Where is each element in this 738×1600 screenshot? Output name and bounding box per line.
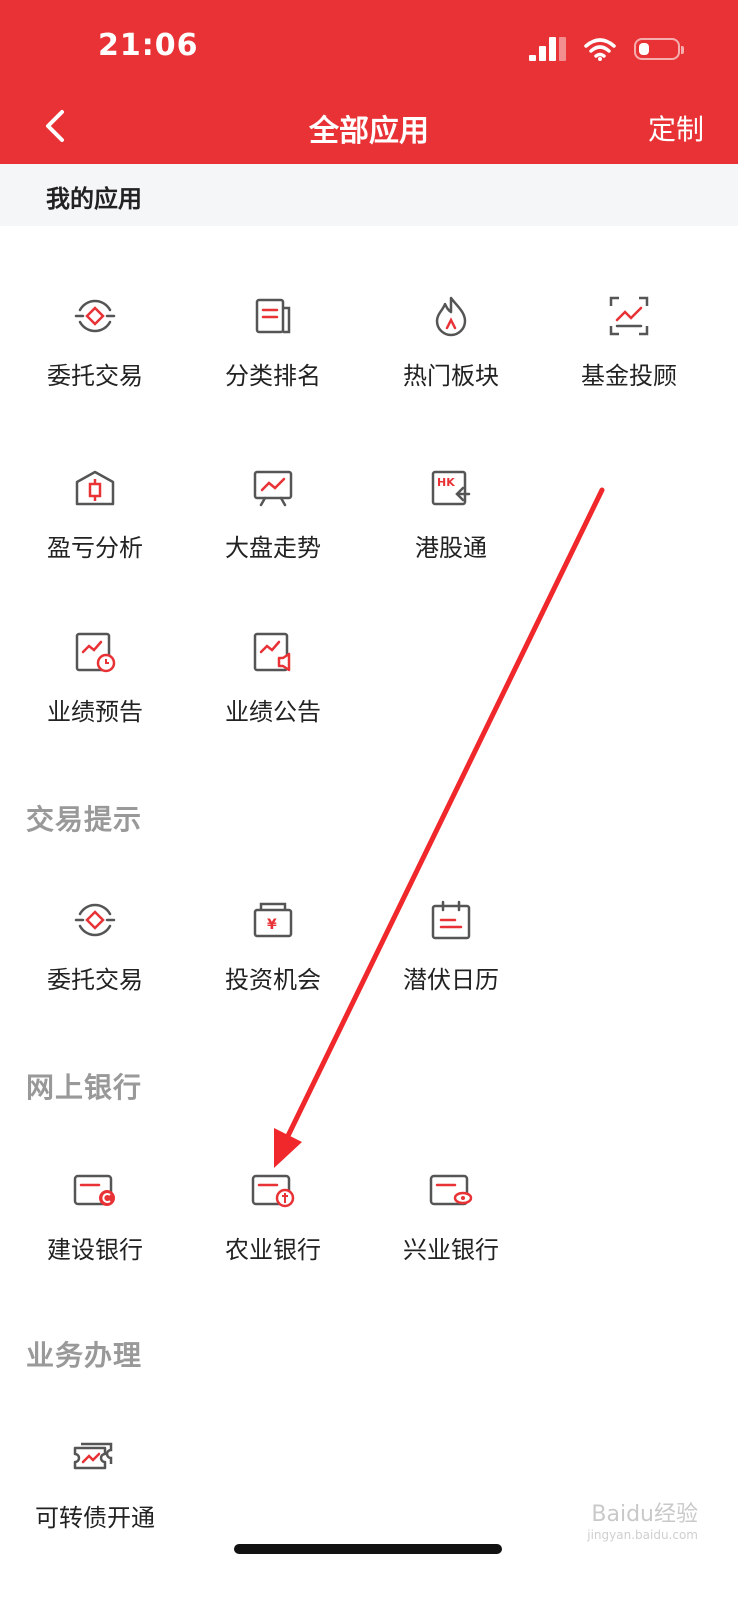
app-item-label: 农业银行 <box>225 1236 321 1264</box>
my-apps-title: 我的应用 <box>46 185 142 213</box>
earnings-forecast-icon <box>75 632 116 673</box>
app-item-label: 建设银行 <box>47 1236 143 1264</box>
app-item-hk-connect[interactable]: HK 港股通 <box>361 464 541 584</box>
app-item-label: 可转债开通 <box>35 1504 155 1532</box>
trade-tips-title: 交易提示 <box>26 803 143 836</box>
wifi-icon <box>584 38 616 61</box>
delegate-trade-icon <box>74 903 116 937</box>
app-item-ccb[interactable]: 建设银行 <box>5 1166 185 1286</box>
app-item-convertible-bond[interactable]: 可转债开通 <box>5 1434 185 1554</box>
battery-icon <box>634 38 684 60</box>
app-item-label: 兴业银行 <box>403 1236 499 1264</box>
watermark: Baidu经验 jingyan.baidu.com <box>587 1496 698 1542</box>
hot-sector-icon <box>435 296 467 337</box>
convertible-bond-icon <box>73 1442 113 1470</box>
app-item-profit-loss[interactable]: 盈亏分析 <box>5 464 185 584</box>
fund-advisor-icon <box>609 296 649 336</box>
cib-card-icon <box>429 1174 473 1206</box>
ccb-card-icon <box>73 1174 115 1206</box>
category-ranking-icon <box>255 298 291 334</box>
app-item-label: 业绩预告 <box>47 698 143 726</box>
calendar-icon <box>431 900 471 940</box>
profit-loss-icon <box>75 470 115 506</box>
app-item-earnings-forecast[interactable]: 业绩预告 <box>5 628 185 748</box>
app-item-fund-advisor[interactable]: 基金投顾 <box>539 292 719 412</box>
app-item-label: 基金投顾 <box>581 362 677 390</box>
app-item-delegate-trade-2[interactable]: 委托交易 <box>5 896 185 1016</box>
online-banking-title: 网上银行 <box>26 1071 143 1104</box>
my-apps-section-header: 我的应用 <box>0 164 738 226</box>
app-item-abc[interactable]: 农业银行 <box>183 1166 363 1286</box>
app-item-label: 盈亏分析 <box>47 534 143 562</box>
app-item-label: 潜伏日历 <box>403 966 499 994</box>
top-bar: 21:06 全部应用 定制 <box>0 0 738 164</box>
app-item-earnings-announcement[interactable]: 业绩公告 <box>183 628 363 748</box>
svg-text:HK: HK <box>437 476 455 489</box>
app-item-delegate-trade[interactable]: 委托交易 <box>5 292 185 412</box>
investment-opportunity-icon: ¥ <box>253 902 293 938</box>
watermark-brand: Baidu经验 <box>591 1502 698 1527</box>
page-title: 全部应用 <box>309 114 429 149</box>
hk-connect-icon: HK <box>431 470 471 506</box>
app-item-market-trend[interactable]: 大盘走势 <box>183 464 363 584</box>
status-icons <box>529 34 684 64</box>
business-title: 业务办理 <box>26 1339 143 1372</box>
app-item-label: 投资机会 <box>225 966 321 994</box>
delegate-trade-icon <box>74 299 116 333</box>
app-item-hot-sector[interactable]: 热门板块 <box>361 292 541 412</box>
app-item-calendar[interactable]: 潜伏日历 <box>361 896 541 1016</box>
app-item-label: 委托交易 <box>47 966 143 994</box>
signal-icon <box>529 37 566 61</box>
abc-card-icon <box>251 1174 295 1208</box>
earnings-announcement-icon <box>253 632 291 672</box>
customize-button[interactable]: 定制 <box>648 108 704 148</box>
market-trend-icon <box>253 470 293 507</box>
app-item-cib[interactable]: 兴业银行 <box>361 1166 541 1286</box>
app-item-label: 热门板块 <box>403 362 499 390</box>
app-item-label: 大盘走势 <box>225 534 321 562</box>
app-item-category-ranking[interactable]: 分类排名 <box>183 292 363 412</box>
svg-text:¥: ¥ <box>267 917 277 933</box>
app-item-label: 业绩公告 <box>225 698 321 726</box>
app-item-investment-opportunity[interactable]: ¥ 投资机会 <box>183 896 363 1016</box>
home-indicator[interactable] <box>234 1544 502 1554</box>
app-item-label: 港股通 <box>415 534 487 562</box>
watermark-url: jingyan.baidu.com <box>587 1528 698 1542</box>
status-time: 21:06 <box>98 28 199 63</box>
app-item-label: 分类排名 <box>225 362 321 390</box>
app-item-label: 委托交易 <box>47 362 143 390</box>
